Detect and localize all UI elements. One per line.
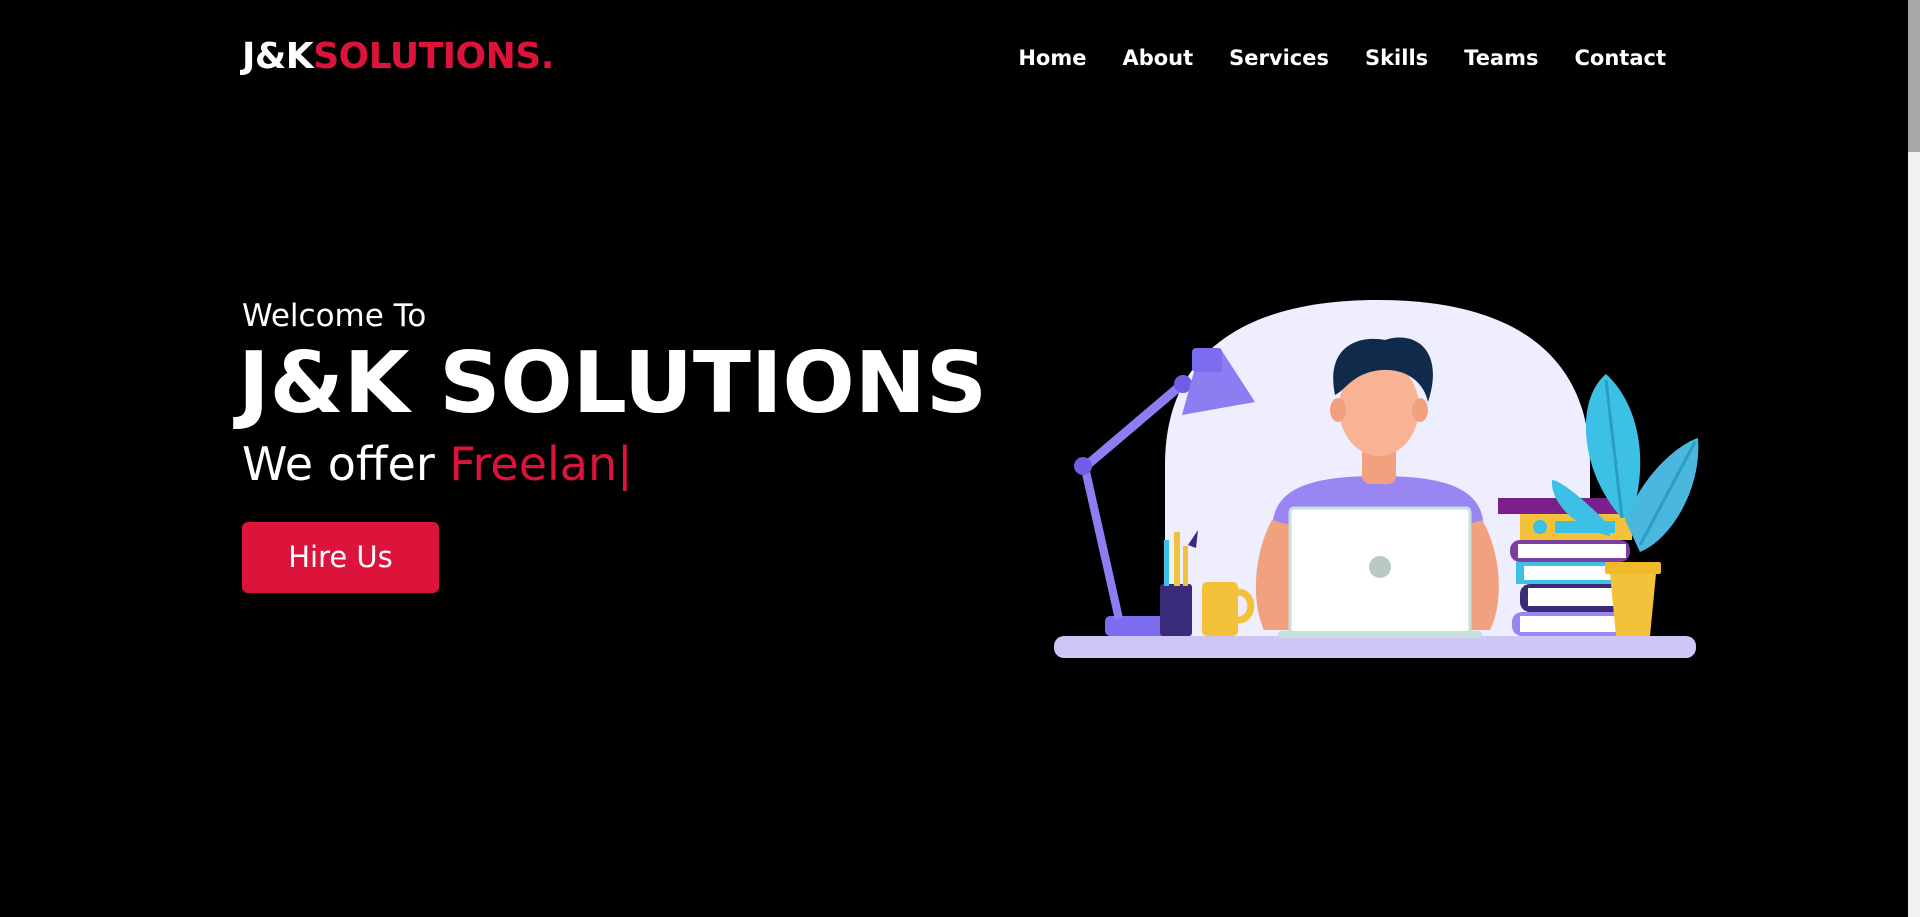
page: J&KSOLUTIONS. Home About Services Skills… (0, 0, 1908, 917)
person-at-laptop-illustration (1054, 300, 1699, 658)
hire-us-button[interactable]: Hire Us (242, 522, 439, 593)
hero-offer-line: We offer Freelan| (242, 434, 987, 494)
hero-section: Welcome To J&K SOLUTIONS We offer Freela… (238, 298, 987, 593)
nav-item-teams[interactable]: Teams (1464, 46, 1538, 70)
logo-main-text: J&K (242, 36, 314, 77)
nav-item-contact[interactable]: Contact (1575, 46, 1667, 70)
nav-item-skills[interactable]: Skills (1365, 46, 1428, 70)
site-logo[interactable]: J&KSOLUTIONS. (242, 36, 554, 77)
page-scrollbar[interactable] (1908, 0, 1920, 917)
hero-title: J&K SOLUTIONS (238, 334, 988, 433)
offer-typed-text: Freelan (449, 437, 618, 491)
offer-prefix: We offer (242, 437, 450, 491)
hero-welcome-text: Welcome To (242, 298, 427, 334)
typing-cursor: | (617, 437, 633, 491)
nav-item-home[interactable]: Home (1018, 46, 1086, 70)
laptop-icon (1278, 506, 1482, 638)
nav-item-services[interactable]: Services (1229, 46, 1329, 70)
scrollbar-thumb[interactable] (1908, 0, 1920, 152)
desk-surface (1054, 636, 1696, 658)
nav-item-about[interactable]: About (1122, 46, 1193, 70)
nav-menu: Home About Services Skills Teams Contact (1018, 46, 1666, 70)
navbar: J&KSOLUTIONS. Home About Services Skills… (242, 30, 1666, 94)
logo-accent-text: SOLUTIONS. (313, 36, 554, 77)
